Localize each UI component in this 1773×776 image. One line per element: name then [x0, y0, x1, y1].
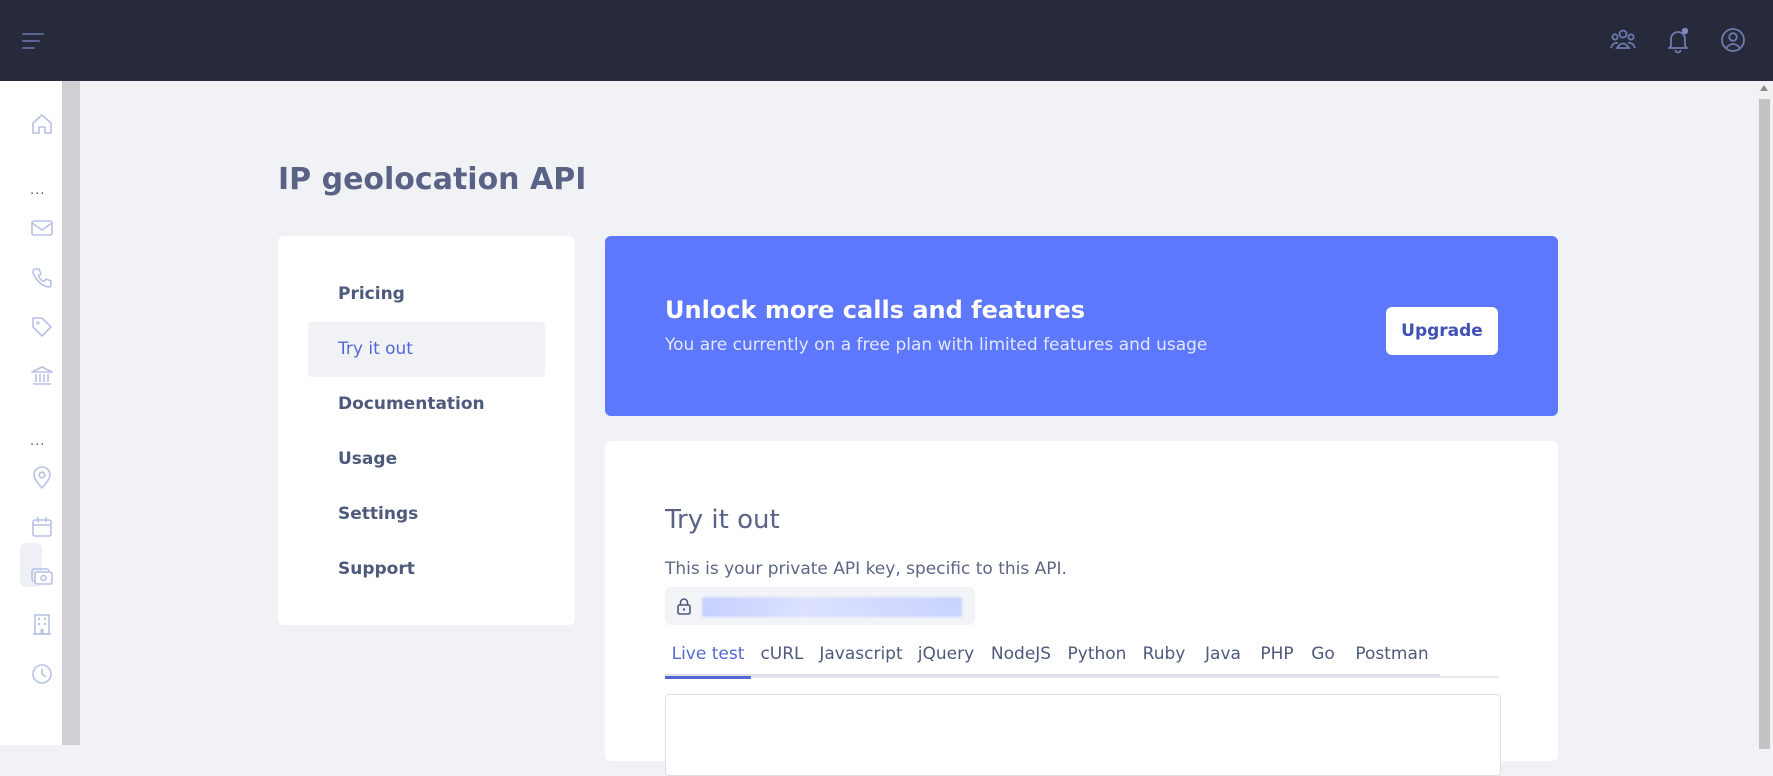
calendar-icon[interactable]	[29, 514, 55, 540]
tab-ruby[interactable]: Ruby	[1135, 636, 1193, 676]
tag-icon[interactable]	[29, 314, 55, 340]
tab-curl[interactable]: cURL	[753, 636, 811, 676]
location-pin-icon[interactable]	[29, 465, 55, 491]
try-it-out-title: Try it out	[665, 505, 780, 535]
sidebar-section-dots: ...	[30, 434, 46, 449]
lock-icon	[677, 598, 691, 615]
tab-python[interactable]: Python	[1063, 636, 1131, 676]
tab-php[interactable]: PHP	[1253, 636, 1301, 676]
api-key-value: ••••••••••••••••••••••••••••••	[702, 597, 962, 617]
tab-nodejs[interactable]: NodeJS	[983, 636, 1059, 676]
page-title: IP geolocation API	[278, 162, 587, 197]
menu-icon[interactable]	[20, 28, 46, 54]
top-bar	[0, 0, 1773, 81]
nav-item-try-it-out[interactable]: Try it out	[308, 322, 545, 377]
sidebar-section-dots: ...	[30, 183, 46, 198]
bell-icon[interactable]	[1663, 25, 1693, 55]
api-nav-card: Pricing Try it out Documentation Usage S…	[278, 236, 575, 625]
users-icon[interactable]	[1608, 25, 1638, 55]
user-circle-icon[interactable]	[1718, 25, 1748, 55]
upgrade-button[interactable]: Upgrade	[1386, 307, 1498, 355]
scroll-up-arrow-icon[interactable]	[1760, 85, 1768, 91]
clock-icon[interactable]	[29, 661, 55, 687]
nav-item-settings[interactable]: Settings	[308, 487, 545, 542]
nav-item-support[interactable]: Support	[308, 542, 545, 597]
banner-title: Unlock more calls and features	[665, 296, 1085, 324]
tab-go[interactable]: Go	[1305, 636, 1341, 676]
nav-item-usage[interactable]: Usage	[308, 432, 545, 487]
try-it-out-card: Try it out This is your private API key,…	[605, 441, 1558, 776]
api-key-field[interactable]: ••••••••••••••••••••••••••••••	[665, 587, 975, 625]
tab-jquery[interactable]: jQuery	[913, 636, 979, 676]
live-test-panel[interactable]	[665, 694, 1501, 776]
bank-icon[interactable]	[29, 363, 55, 389]
sidebar-gutter	[62, 81, 80, 745]
upgrade-banner: Unlock more calls and features You are c…	[605, 236, 1558, 416]
banner-subtitle: You are currently on a free plan with li…	[665, 335, 1208, 355]
building-icon[interactable]	[29, 612, 55, 638]
tab-java[interactable]: Java	[1197, 636, 1249, 676]
tab-live-test[interactable]: Live test	[665, 636, 751, 679]
api-key-description: This is your private API key, specific t…	[665, 559, 1067, 579]
code-language-tabs: Live test cURL Javascript jQuery NodeJS …	[665, 636, 1499, 679]
scrollbar-thumb[interactable]	[1759, 99, 1770, 749]
tab-javascript[interactable]: Javascript	[813, 636, 909, 676]
money-icon[interactable]	[29, 563, 55, 589]
mail-icon[interactable]	[29, 215, 55, 241]
tab-postman[interactable]: Postman	[1345, 636, 1439, 676]
page-scrollbar[interactable]	[1756, 81, 1773, 749]
home-icon[interactable]	[29, 111, 55, 137]
phone-icon[interactable]	[29, 265, 55, 291]
sidebar: ... ...	[0, 81, 62, 745]
nav-item-documentation[interactable]: Documentation	[308, 377, 545, 432]
nav-item-pricing[interactable]: Pricing	[308, 267, 545, 322]
